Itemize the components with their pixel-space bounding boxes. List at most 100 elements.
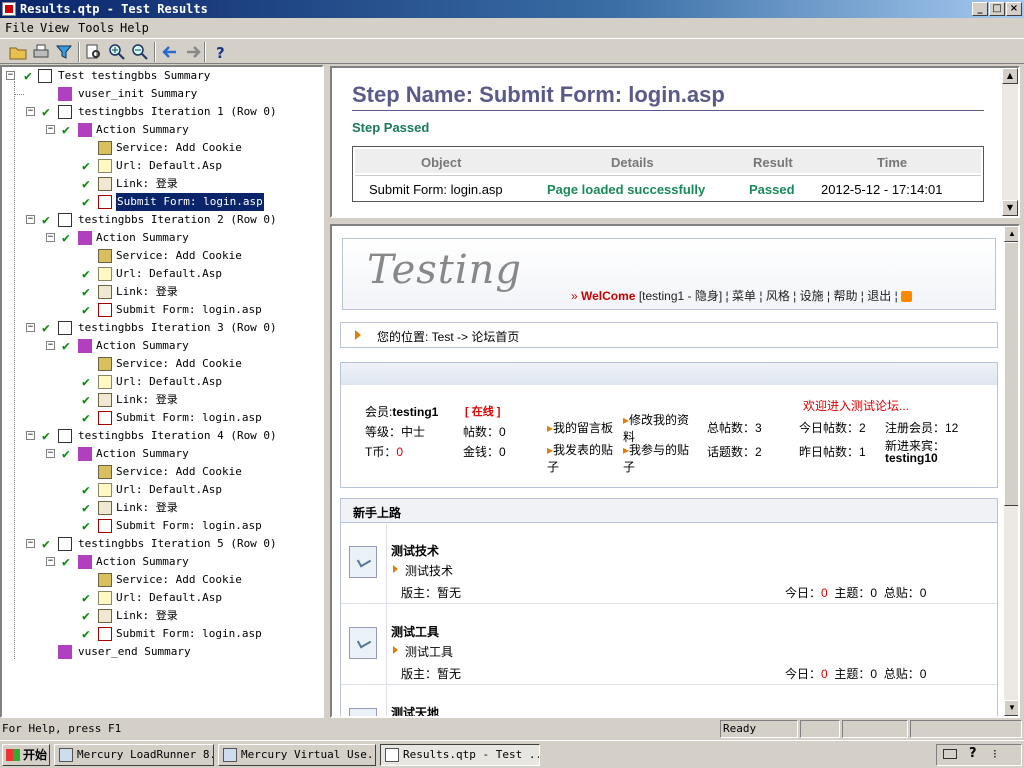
- check-icon: ✔: [82, 159, 90, 174]
- action-icon: [78, 555, 92, 569]
- check-icon: ✔: [82, 195, 90, 210]
- scroll-thumb[interactable]: [1004, 242, 1018, 506]
- web-scrollbar[interactable]: ▲ ▼: [1004, 226, 1018, 716]
- url-icon: [98, 483, 112, 497]
- check-icon: ✔: [82, 267, 90, 282]
- forum-row: 测试天地: [341, 686, 997, 716]
- newest-member-link[interactable]: testing10: [885, 451, 938, 465]
- step-scrollbar[interactable]: ▲ ▼: [1002, 68, 1018, 216]
- breadcrumb: 您的位置: Test -> 论坛首页: [340, 322, 998, 348]
- app-icon: [2, 2, 16, 16]
- nav-settings[interactable]: 设施: [800, 289, 824, 303]
- cookie-icon: [98, 249, 112, 263]
- results-tree[interactable]: − ✔ Test testingbbs Summary vuser_init S…: [0, 65, 324, 718]
- url-icon: [98, 267, 112, 281]
- rss-icon[interactable]: [901, 291, 913, 303]
- nav-logout[interactable]: 退出: [867, 289, 891, 303]
- welcome-message: 欢迎进入测试论坛...: [803, 399, 910, 413]
- volume-icon[interactable]: ⁝: [993, 747, 997, 761]
- link-my-posts[interactable]: ▸我发表的贴子: [547, 441, 623, 475]
- start-button[interactable]: 开始: [2, 744, 50, 766]
- action-icon: [78, 447, 92, 461]
- check-icon: ✔: [62, 555, 70, 570]
- cookie-icon: [98, 465, 112, 479]
- check-icon: ✔: [82, 483, 90, 498]
- maximize-button[interactable]: □: [989, 2, 1005, 16]
- iteration-icon: [58, 213, 72, 227]
- forum-banner: Testing » WelCome [testing1 - 隐身] ¦ 菜单 ¦…: [342, 238, 996, 310]
- table-row: Submit Form: login.asp Page loaded succe…: [355, 175, 981, 199]
- check-icon: ✔: [82, 393, 90, 408]
- keyboard-icon[interactable]: [943, 749, 957, 759]
- check-icon: ✔: [82, 285, 90, 300]
- nav-help[interactable]: 帮助: [833, 289, 857, 303]
- forum-name[interactable]: 测试天地: [391, 704, 439, 716]
- zoom-out-icon[interactable]: [130, 42, 150, 62]
- print-icon[interactable]: [31, 42, 51, 62]
- step-table: Object Details Result Time Submit Form: …: [352, 146, 984, 202]
- logo: Testing: [367, 247, 523, 293]
- forum-name[interactable]: 测试工具: [391, 623, 439, 640]
- subforum-link[interactable]: 测试技术: [405, 562, 453, 579]
- minimize-button[interactable]: _: [972, 2, 988, 16]
- link-icon: [98, 285, 112, 299]
- forum-section: 新手上路 测试技术 测试技术 版主：暂无 今日：0 主题：0 总贴：0 测试工具…: [340, 498, 998, 716]
- task-virtual-user[interactable]: Mercury Virtual Use...: [218, 744, 376, 766]
- subforum-link[interactable]: 测试工具: [405, 643, 453, 660]
- open-folder-icon[interactable]: [8, 42, 28, 62]
- link-edit-profile[interactable]: ▸修改我的资料: [623, 411, 699, 445]
- forum-row: 测试工具 测试工具 版主：暂无 今日：0 主题：0 总贴：0: [341, 605, 997, 685]
- zoom-in-icon[interactable]: [107, 42, 127, 62]
- task-loadrunner[interactable]: Mercury LoadRunner 8.1: [54, 744, 214, 766]
- cookie-icon: [98, 357, 112, 371]
- close-button[interactable]: ×: [1006, 2, 1022, 16]
- web-page-panel: Testing » WelCome [testing1 - 隐身] ¦ 菜单 ¦…: [330, 224, 1020, 718]
- filter-icon[interactable]: [54, 42, 74, 62]
- system-tray: ? ⁝: [936, 744, 1022, 766]
- nav-style[interactable]: 风格: [766, 289, 790, 303]
- find-icon[interactable]: [84, 42, 104, 62]
- check-icon: ✔: [82, 627, 90, 642]
- menu-help[interactable]: Help: [120, 21, 149, 35]
- test-icon: [38, 69, 52, 83]
- link-my-replies[interactable]: ▸我参与的贴子: [623, 441, 699, 475]
- menu-file[interactable]: File: [5, 21, 34, 35]
- window-title: Results.qtp - Test Results: [20, 2, 208, 16]
- step-status: Step Passed: [352, 120, 430, 135]
- table-header: Object Details Result Time: [355, 149, 981, 173]
- forum-icon: [349, 546, 377, 578]
- check-icon: ✔: [62, 231, 70, 246]
- link-icon: [98, 177, 112, 191]
- link-guestbook[interactable]: ▸我的留言板: [547, 419, 613, 436]
- menu-view[interactable]: View: [40, 21, 69, 35]
- iteration-icon: [58, 429, 72, 443]
- check-icon: ✔: [62, 447, 70, 462]
- svg-text:?: ?: [216, 44, 225, 62]
- check-icon: ✔: [82, 591, 90, 606]
- check-icon: ✔: [42, 105, 50, 120]
- action-icon: [78, 123, 92, 137]
- check-icon: ✔: [82, 375, 90, 390]
- task-results[interactable]: Results.qtp - Test ...: [380, 744, 540, 766]
- help-tray-icon[interactable]: ?: [969, 746, 977, 761]
- check-icon: ✔: [62, 123, 70, 138]
- help-icon[interactable]: ?: [210, 42, 230, 62]
- cookie-icon: [98, 141, 112, 155]
- forward-arrow-icon[interactable]: [183, 42, 203, 62]
- back-arrow-icon[interactable]: [160, 42, 180, 62]
- check-icon: ✔: [42, 321, 50, 336]
- forum-name[interactable]: 测试技术: [391, 542, 439, 559]
- online-status: [ 在线 ]: [465, 406, 501, 418]
- iteration-icon: [58, 105, 72, 119]
- user-info-box: 会员:testing1 [ 在线 ] 欢迎进入测试论坛... 等级：中士 帖数：…: [340, 362, 998, 488]
- step-result-panel: Step Name: Submit Form: login.asp Step P…: [330, 66, 1020, 218]
- user-status-link[interactable]: [testing1 - 隐身]: [639, 289, 722, 303]
- check-icon: ✔: [42, 429, 50, 444]
- nav-menu[interactable]: 菜单: [732, 289, 756, 303]
- form-icon: [98, 411, 112, 425]
- menu-tools[interactable]: Tools: [78, 21, 114, 35]
- status-bar: For Help, press F1 Ready: [0, 718, 1024, 740]
- cookie-icon: [98, 573, 112, 587]
- vuser-icon: [58, 87, 72, 101]
- taskbar: 开始 Mercury LoadRunner 8.1 Mercury Virtua…: [0, 740, 1024, 768]
